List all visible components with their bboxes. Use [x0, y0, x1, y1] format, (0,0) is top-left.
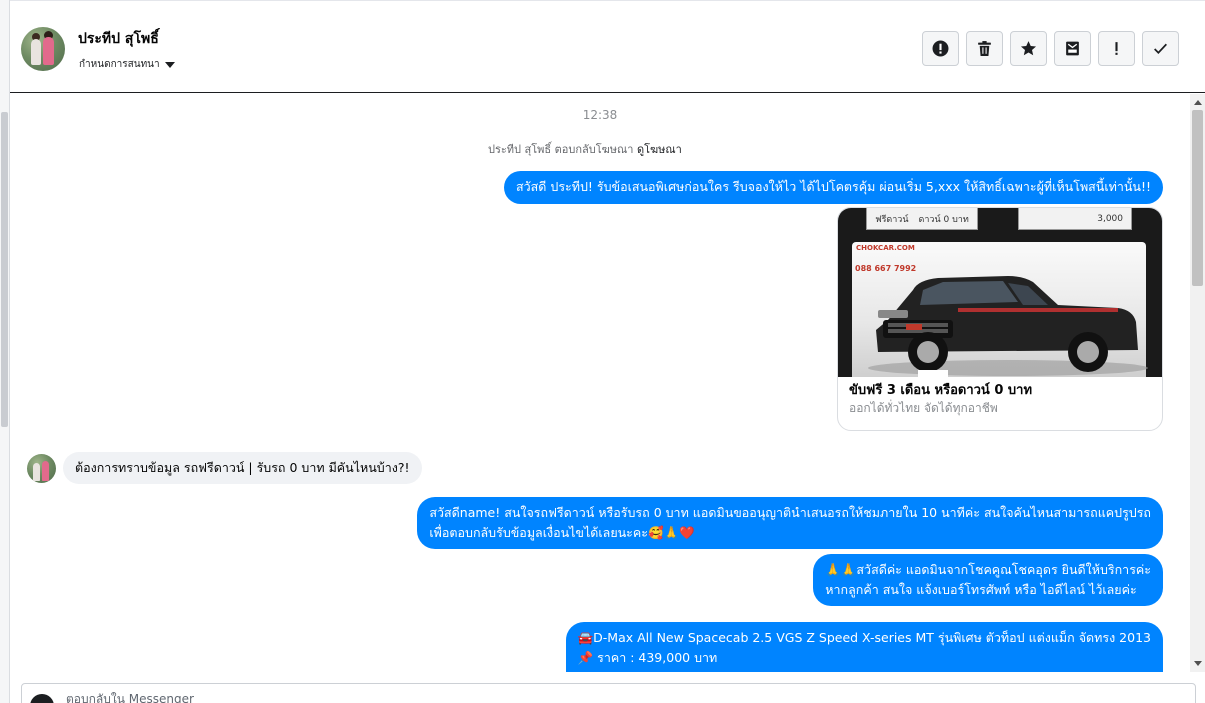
exclamation-icon: [1115, 42, 1118, 55]
thread-scrollbar-thumb[interactable]: [1192, 110, 1203, 286]
sender-avatar[interactable]: [27, 454, 56, 483]
ad-subtitle: ออกได้ทั่วไทย จัดได้ทุกอาชีพ: [849, 401, 998, 415]
message-line: 🙏🙏สวัสดีค่ะ แอดมินจากโชคคูณโชคอุดร ยินดี…: [825, 562, 1151, 577]
view-ad-link[interactable]: ดูโฆษณา: [637, 143, 682, 156]
thread-scrollbar[interactable]: [1190, 94, 1205, 672]
header-actions: [922, 31, 1179, 66]
contact-avatar[interactable]: [21, 27, 65, 71]
message-line: เพื่อตอบกลับรับข้อมูลเงื่อนไขได้เลยนะคะ🥰…: [429, 525, 695, 540]
conversation-settings-dropdown[interactable]: กำหนดการสนทนา: [79, 57, 175, 72]
message-line: 📌 ราคา : 439,000 บาท: [577, 650, 718, 665]
message-thread[interactable]: 12:38 ประทีป สุโพธิ์ ตอบกลับโฆษณา ดูโฆษณ…: [10, 94, 1190, 672]
ad-card[interactable]: ฟรีดาวน์ ดาวน์ 0 บาท 3,000 CHOKCAR.COM 0…: [837, 207, 1163, 431]
message-line: 🚘D-Max All New Spacecab 2.5 VGS Z Speed …: [577, 630, 1151, 645]
outgoing-message[interactable]: 🚘D-Max All New Spacecab 2.5 VGS Z Speed …: [565, 622, 1163, 672]
scroll-up-icon[interactable]: [1194, 100, 1202, 105]
left-scrollbar[interactable]: [0, 0, 10, 703]
ad-title: ขับฟรี 3 เดือน หรือดาวน์ 0 บาท: [849, 383, 1033, 398]
mark-spam-button[interactable]: [1098, 31, 1135, 66]
mark-done-button[interactable]: [1142, 31, 1179, 66]
archive-icon: [1066, 41, 1079, 56]
message-line: สวัสดีname! สนใจรถฟรีดาวน์ หรือรับรถ 0 บ…: [429, 505, 1151, 520]
ad-banner-left: ฟรีดาวน์ ดาวน์ 0 บาท: [866, 208, 978, 230]
delete-button[interactable]: [966, 31, 1003, 66]
caret-down-icon: [164, 61, 175, 68]
message-timestamp: 12:38: [582, 108, 618, 122]
left-scrollbar-thumb[interactable]: [1, 112, 8, 427]
contact-name[interactable]: ประทีป สุโพธิ์: [78, 28, 159, 50]
reply-composer[interactable]: [21, 683, 1196, 703]
check-icon: [1154, 43, 1167, 54]
message-text: สวัสดี ประทีป! รับข้อเสนอพิเศษก่อนใคร รี…: [516, 179, 1151, 194]
star-icon: [1020, 41, 1037, 56]
message-text: ต้องการทราบข้อมูล รถฟรีดาวน์ | รับรถ 0 บ…: [75, 460, 410, 475]
trash-icon: [978, 41, 991, 56]
outgoing-message[interactable]: สวัสดีname! สนใจรถฟรีดาวน์ หรือรับรถ 0 บ…: [417, 497, 1163, 549]
star-button[interactable]: [1010, 31, 1047, 66]
conversation-header: ประทีป สุโพธิ์ กำหนดการสนทนา: [10, 5, 1205, 93]
outgoing-message[interactable]: 🙏🙏สวัสดีค่ะ แอดมินจากโชคคูณโชคอุดร ยินดี…: [813, 554, 1163, 606]
conversation-settings-label: กำหนดการสนทนา: [79, 59, 160, 70]
report-button[interactable]: [922, 31, 959, 66]
incoming-message[interactable]: ต้องการทราบข้อมูล รถฟรีดาวน์ | รับรถ 0 บ…: [63, 452, 422, 484]
page-avatar: [30, 694, 54, 703]
message-line: หากลูกค้า สนใจ แจ้งเบอร์โทรศัพท์ หรือ ไอ…: [825, 582, 1137, 597]
ad-image[interactable]: ฟรีดาวน์ ดาวน์ 0 บาท 3,000 CHOKCAR.COM 0…: [838, 208, 1162, 377]
ad-reply-text: ประทีป สุโพธิ์ ตอบกลับโฆษณา: [488, 143, 634, 156]
reply-input[interactable]: [66, 692, 666, 703]
outgoing-message[interactable]: สวัสดี ประทีป! รับข้อเสนอพิเศษก่อนใคร รี…: [504, 171, 1163, 204]
scroll-down-icon[interactable]: [1194, 661, 1202, 666]
ad-banner-right: 3,000: [1018, 208, 1132, 230]
archive-button[interactable]: [1054, 31, 1091, 66]
report-icon: [932, 40, 949, 57]
pickup-truck-image: [868, 276, 1148, 377]
ad-reply-notice: ประทีป สุโพธิ์ ตอบกลับโฆษณา ดูโฆษณา: [488, 140, 682, 158]
